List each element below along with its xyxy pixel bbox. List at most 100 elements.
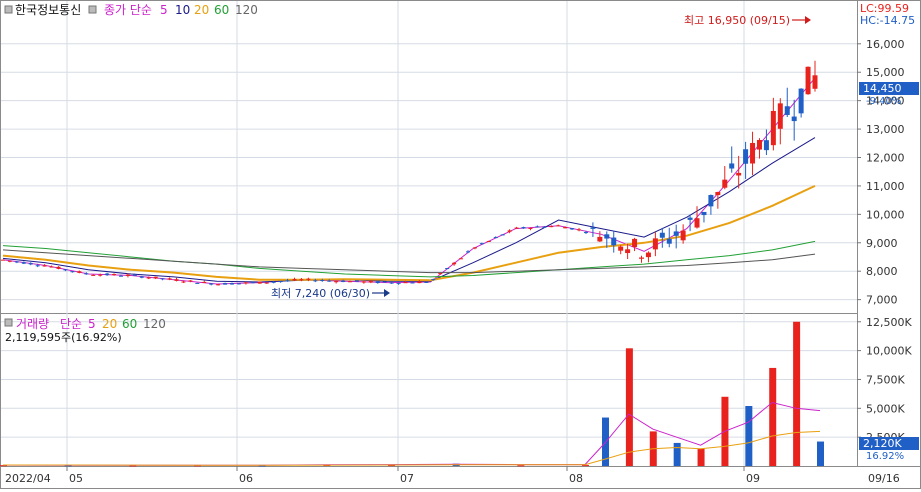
candle-body <box>361 281 366 283</box>
candle-body <box>77 271 82 273</box>
candle-body <box>680 230 686 241</box>
candle-body <box>777 103 783 129</box>
volume-panel[interactable] <box>0 313 858 467</box>
candle-body <box>112 274 117 276</box>
candle-body <box>632 238 638 247</box>
price-tick-label: 13,000 <box>866 123 905 136</box>
candle-body <box>28 263 33 265</box>
candle-body <box>604 234 610 239</box>
candle-body <box>14 261 19 263</box>
candle-body <box>563 227 568 229</box>
candle-body <box>528 227 533 229</box>
candle-body <box>736 172 742 176</box>
date-tick-label: 09 <box>746 472 760 485</box>
panel-menu-icon[interactable] <box>4 5 13 14</box>
candle-body <box>687 217 693 220</box>
candle-body <box>167 278 172 280</box>
price-tick-label: 10,000 <box>866 208 905 221</box>
volume-tick-label: 12,500K <box>866 316 912 329</box>
price-tick-label: 12,000 <box>866 152 905 165</box>
candle-body <box>445 268 450 270</box>
candle-body <box>542 226 547 228</box>
candle-body <box>327 280 332 282</box>
vol-legend-120: 120 <box>143 317 166 331</box>
price-tick-label: 7,000 <box>866 294 898 307</box>
candle-body <box>223 282 228 285</box>
candle-body <box>715 192 721 196</box>
candle-body <box>230 283 235 285</box>
candle-body <box>306 278 311 280</box>
candle-body <box>500 234 505 236</box>
candle-body <box>368 280 373 283</box>
candle-body <box>701 211 707 216</box>
volume-tick-label: 7,500K <box>866 373 905 386</box>
price-tick-label: 15,000 <box>866 66 905 79</box>
candle-body <box>7 260 12 262</box>
candle-body <box>299 279 304 281</box>
candle-body <box>292 279 297 281</box>
candle-body <box>556 225 561 227</box>
price-badge-text: 14,450 <box>863 82 902 95</box>
candle-body <box>729 163 735 169</box>
candle-body <box>659 232 665 238</box>
candle-body <box>118 275 123 277</box>
candle-body <box>750 142 756 164</box>
legend-ma10: 10 <box>175 3 190 17</box>
volume-bar <box>673 442 681 466</box>
candle-body <box>49 266 54 268</box>
stock-name: 한국정보통신 <box>15 3 81 17</box>
price-change: -9.40% <box>866 96 901 107</box>
candle-body <box>278 281 283 283</box>
candle-body <box>514 227 519 229</box>
candle-body <box>638 257 644 259</box>
candle-body <box>375 281 380 284</box>
candle-body <box>202 281 207 283</box>
chart-canvas[interactable]: 7,000 8,000 9,000 10,000 11,000 12,000 13,000 1… <box>0 0 921 489</box>
candle-body <box>694 218 700 228</box>
candle-body <box>673 231 679 236</box>
candle-body <box>257 281 262 284</box>
candle-body <box>666 238 672 244</box>
candle-body <box>271 281 276 283</box>
candle-body <box>549 226 554 228</box>
candle-body <box>770 110 776 146</box>
candle-body <box>396 282 401 284</box>
candle-body <box>160 278 165 280</box>
candle-body <box>812 75 818 89</box>
hc-value: HC:-14.75 <box>860 14 915 27</box>
candle-body <box>625 249 631 254</box>
candle-body <box>472 247 477 249</box>
candle-body <box>465 251 470 253</box>
price-tick-label: 11,000 <box>866 180 905 193</box>
stock-chart-window: 7,000 8,000 9,000 10,000 11,000 12,000 13,000 1… <box>0 0 921 489</box>
vol-menu-icon[interactable] <box>4 318 13 327</box>
vol-legend-20: 20 <box>102 317 117 331</box>
candle-body <box>791 116 797 122</box>
candle-body <box>105 273 110 276</box>
candle-body <box>320 280 325 282</box>
high-annotation: 최고 16,950 (09/15) <box>684 14 790 27</box>
candle-body <box>216 284 221 286</box>
legend-ma20: 20 <box>194 3 209 17</box>
candle-body <box>763 140 769 151</box>
candle-body <box>243 282 248 284</box>
candle-body <box>611 237 617 246</box>
candle-body <box>209 283 214 285</box>
candle-body <box>722 179 728 188</box>
candle-body <box>417 281 422 284</box>
candle-body <box>21 262 26 264</box>
candle-body <box>708 194 714 207</box>
candle-body <box>521 227 526 229</box>
candle-body <box>313 280 318 282</box>
candle-body <box>486 240 491 242</box>
candle-body <box>645 252 651 258</box>
legend-ma5: 5 <box>160 3 168 17</box>
vol-title: 거래량 <box>16 317 49 331</box>
volume-badge-text: 2,120K <box>863 437 902 450</box>
candle-body <box>570 228 575 230</box>
candle-body <box>583 232 588 234</box>
candle-body <box>410 282 415 284</box>
vol-legend-60: 60 <box>122 317 137 331</box>
candle-body <box>756 140 762 150</box>
candle-body <box>56 266 61 269</box>
